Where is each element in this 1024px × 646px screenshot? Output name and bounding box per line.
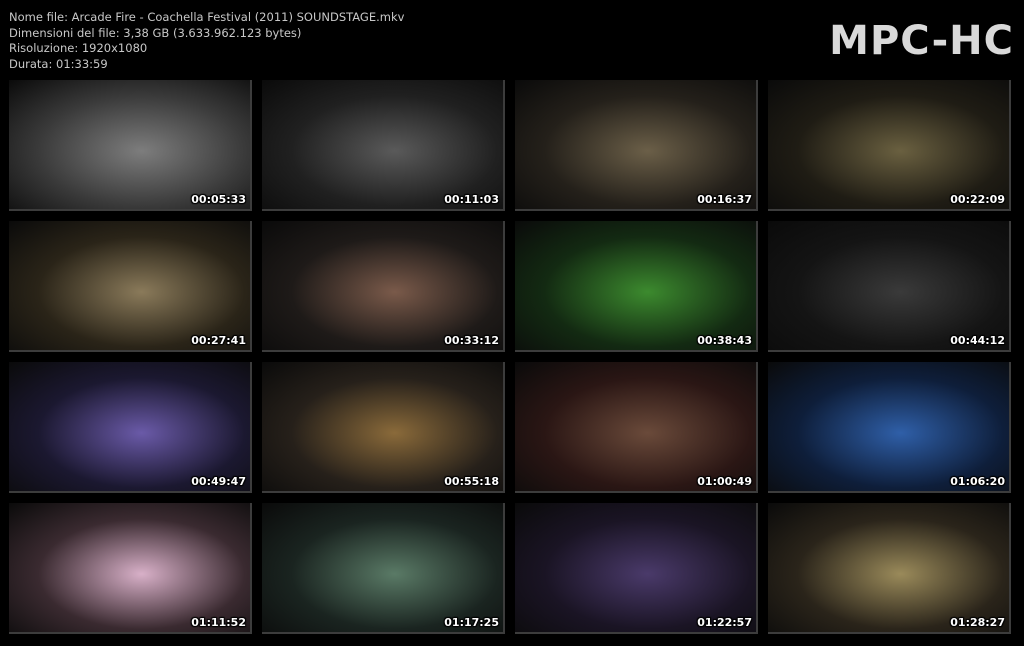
thumbnail-timestamp: 00:05:33 — [191, 193, 246, 206]
thumbnail-timestamp: 00:16:37 — [697, 193, 752, 206]
thumbnail-timestamp: 00:27:41 — [191, 334, 246, 347]
thumbnail-timestamp: 01:17:25 — [444, 616, 499, 629]
video-thumbnail: 01:06:20 — [768, 362, 1011, 493]
thumbnail-timestamp: 00:55:18 — [444, 475, 499, 488]
thumbnail-frame-image — [262, 362, 503, 491]
video-thumbnail: 01:17:25 — [262, 503, 505, 634]
video-thumbnail: 00:11:03 — [262, 80, 505, 211]
thumbnail-timestamp: 00:22:09 — [950, 193, 1005, 206]
file-name-line: Nome file: Arcade Fire - Coachella Festi… — [9, 10, 405, 24]
thumbnail-frame-image — [515, 362, 756, 491]
thumbnail-timestamp: 00:33:12 — [444, 334, 499, 347]
video-thumbnail: 00:22:09 — [768, 80, 1011, 211]
thumbnail-timestamp: 01:06:20 — [950, 475, 1005, 488]
thumbnail-timestamp: 00:49:47 — [191, 475, 246, 488]
thumbnail-frame-image — [515, 503, 756, 632]
video-thumbnail: 00:49:47 — [9, 362, 252, 493]
video-thumbnail: 00:55:18 — [262, 362, 505, 493]
thumbnail-frame-image — [9, 362, 250, 491]
video-thumbnail: 01:11:52 — [9, 503, 252, 634]
thumbnail-timestamp: 01:22:57 — [697, 616, 752, 629]
file-info-panel: Nome file: Arcade Fire - Coachella Festi… — [9, 10, 404, 72]
thumbnail-timestamp: 00:38:43 — [697, 334, 752, 347]
video-thumbnail: 00:44:12 — [768, 221, 1011, 352]
thumbnail-frame-image — [9, 503, 250, 632]
thumbnail-frame-image — [768, 80, 1009, 209]
video-thumbnail: 00:38:43 — [515, 221, 758, 352]
thumbnail-frame-image — [9, 80, 250, 209]
mpc-hc-logo: MPC-HC — [829, 18, 1014, 64]
thumbnail-frame-image — [9, 221, 250, 350]
thumbnail-frame-image — [768, 503, 1009, 632]
video-thumbnail: 00:05:33 — [9, 80, 252, 211]
video-thumbnail: 00:33:12 — [262, 221, 505, 352]
video-thumbnail: 01:22:57 — [515, 503, 758, 634]
thumbnail-frame-image — [262, 221, 503, 350]
thumbnail-frame-image — [768, 221, 1009, 350]
thumbnail-timestamp: 00:11:03 — [444, 193, 499, 206]
thumbnail-frame-image — [515, 221, 756, 350]
video-thumbnail: 00:27:41 — [9, 221, 252, 352]
file-size-line: Dimensioni del file: 3,38 GB (3.633.962.… — [9, 25, 302, 40]
thumbnail-frame-image — [768, 362, 1009, 491]
thumbnail-timestamp: 01:28:27 — [950, 616, 1005, 629]
video-thumbnail: 01:00:49 — [515, 362, 758, 493]
thumbnail-timestamp: 01:11:52 — [191, 616, 246, 629]
video-thumbnail: 00:16:37 — [515, 80, 758, 211]
thumbnail-frame-image — [262, 80, 503, 209]
resolution-line: Risoluzione: 1920x1080 — [9, 41, 148, 55]
thumbnail-timestamp: 00:44:12 — [950, 334, 1005, 347]
thumbnail-frame-image — [515, 80, 756, 209]
thumbnail-timestamp: 01:00:49 — [697, 475, 752, 488]
video-thumbnail: 01:28:27 — [768, 503, 1011, 634]
duration-line: Durata: 01:33:59 — [9, 56, 108, 71]
thumbnail-frame-image — [262, 503, 503, 632]
